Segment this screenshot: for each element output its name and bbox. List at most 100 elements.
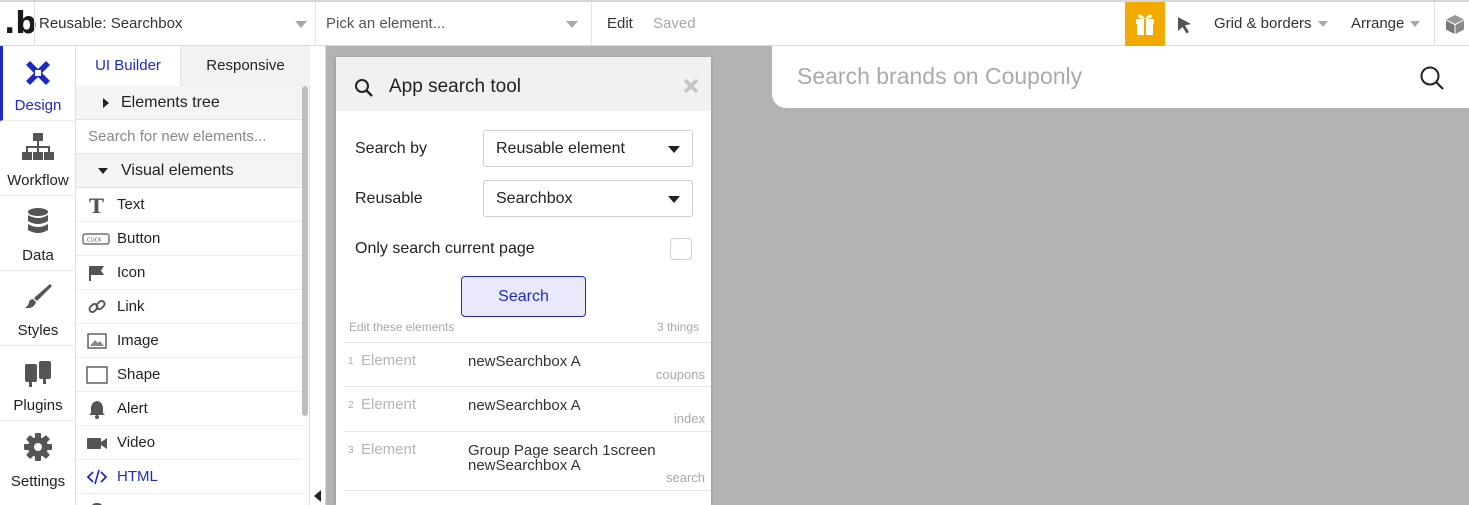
image-icon <box>87 333 107 349</box>
nav-workflow[interactable]: Workflow <box>0 121 76 196</box>
element-link[interactable]: Link <box>76 290 302 324</box>
collapse-panel-icon[interactable] <box>314 490 321 502</box>
result-type: Element <box>361 352 417 369</box>
top-bar: .b Reusable: Searchbox Pick an element..… <box>0 0 1469 46</box>
result-row[interactable]: 2 Element newSearchbox A index <box>344 387 711 432</box>
arrange-menu[interactable]: Arrange <box>1351 2 1421 46</box>
result-page: index <box>673 411 705 426</box>
nav-data-label: Data <box>22 247 54 264</box>
result-type: Element <box>361 396 417 413</box>
text-icon: T <box>89 195 104 215</box>
search-icon[interactable] <box>1419 65 1445 91</box>
caret-down-icon <box>98 168 108 174</box>
result-type: Element <box>361 441 417 458</box>
result-name: newSearchbox A <box>468 397 581 414</box>
nav-styles[interactable]: Styles <box>0 271 76 346</box>
search-button[interactable]: Search <box>461 276 586 317</box>
arrange-label: Arrange <box>1351 15 1405 32</box>
button-icon: CLICK <box>82 233 110 245</box>
canvas-searchbox[interactable]: Search brands on Couponly <box>772 46 1469 108</box>
element-button[interactable]: CLICK Button <box>76 222 302 256</box>
grid-borders-label: Grid & borders <box>1214 15 1312 32</box>
nav-design[interactable]: Design <box>0 46 76 121</box>
search-tool-title: App search tool <box>389 76 522 97</box>
workflow-icon <box>22 133 54 160</box>
close-icon[interactable] <box>682 77 700 95</box>
element-image[interactable]: Image <box>76 324 302 358</box>
cursor-icon[interactable] <box>1174 14 1196 36</box>
tab-ui-builder[interactable]: UI Builder <box>76 46 180 86</box>
save-status: Saved <box>653 15 696 32</box>
nav-styles-label: Styles <box>17 322 59 339</box>
chevron-down-icon <box>1410 21 1421 28</box>
element-icon[interactable]: Icon <box>76 256 302 290</box>
panel-scrollbar[interactable] <box>302 86 308 416</box>
database-icon <box>28 208 48 233</box>
visual-elements-toggle[interactable]: Visual elements <box>76 154 302 188</box>
grid-borders-menu[interactable]: Grid & borders <box>1214 2 1328 46</box>
search-by-dropdown[interactable]: Reusable element <box>483 130 693 167</box>
results-header: Edit these elements <box>349 320 455 334</box>
element-shape-label: Shape <box>117 366 161 383</box>
cube-button[interactable] <box>1434 2 1469 46</box>
page-selector-value: Reusable: Searchbox <box>39 15 183 32</box>
result-number: 3 <box>348 445 354 456</box>
result-name: newSearchbox A <box>468 353 581 370</box>
only-current-page-label: Only search current page <box>355 240 535 257</box>
element-html[interactable]: HTML <box>76 460 302 494</box>
video-camera-icon <box>87 438 107 449</box>
nav-data[interactable]: Data <box>0 196 76 271</box>
searchbox-placeholder: Search brands on Couponly <box>797 63 1083 89</box>
chevron-down-icon <box>668 146 680 153</box>
gear-icon <box>24 433 52 461</box>
result-row[interactable]: 3 Element Group Page search 1screen newS… <box>344 432 711 491</box>
result-number: 2 <box>348 400 354 411</box>
plug-icon <box>25 361 51 387</box>
gift-button[interactable] <box>1125 2 1165 46</box>
search-tool-header[interactable]: App search tool <box>336 57 711 111</box>
cube-icon <box>1446 15 1464 34</box>
map-pin-icon <box>92 503 102 505</box>
element-video[interactable]: Video <box>76 426 302 460</box>
visual-elements-label: Visual elements <box>121 162 234 179</box>
element-icon-label: Icon <box>117 264 146 281</box>
reusable-dropdown[interactable]: Searchbox <box>483 180 693 217</box>
chevron-down-icon <box>1317 21 1328 28</box>
reusable-value: Searchbox <box>496 190 573 207</box>
brush-icon <box>25 284 52 309</box>
panel-tabs: UI Builder Responsive <box>76 46 310 86</box>
search-by-value: Reusable element <box>496 140 625 157</box>
elements-tree-toggle[interactable]: Elements tree <box>76 86 302 120</box>
element-button-label: Button <box>117 230 161 247</box>
edit-menu[interactable]: Edit <box>607 2 633 46</box>
nav-settings-label: Settings <box>10 473 66 490</box>
search-by-label: Search by <box>355 140 428 157</box>
element-picker-placeholder: Pick an element... <box>326 15 446 32</box>
element-search-input[interactable]: Search for new elements... <box>76 120 302 154</box>
chevron-down-icon <box>566 21 578 28</box>
chevron-down-icon <box>295 21 307 28</box>
element-image-label: Image <box>117 332 159 349</box>
element-alert[interactable]: Alert <box>76 392 302 426</box>
flag-icon <box>89 266 104 281</box>
reusable-label: Reusable <box>355 190 423 207</box>
app-search-tool: App search tool Search by Reusable eleme… <box>336 57 711 505</box>
elements-tree-label: Elements tree <box>121 94 220 111</box>
tab-responsive[interactable]: Responsive <box>180 46 310 86</box>
code-icon <box>86 469 108 485</box>
element-picker[interactable]: Pick an element... <box>316 2 592 46</box>
nav-plugins[interactable]: Plugins <box>0 346 76 421</box>
design-icon <box>26 61 50 85</box>
element-link-label: Link <box>117 298 145 315</box>
bubble-logo[interactable]: .b <box>4 6 37 42</box>
only-current-page-checkbox[interactable] <box>670 238 692 260</box>
element-map[interactable]: Map <box>76 494 302 505</box>
element-text[interactable]: T Text <box>76 188 302 222</box>
nav-settings[interactable]: Settings <box>0 421 76 496</box>
nav-design-label: Design <box>14 97 62 114</box>
page-selector[interactable]: Reusable: Searchbox <box>34 2 316 46</box>
element-video-label: Video <box>117 434 156 451</box>
result-name: Group Page search 1screen newSearchbox A <box>468 442 656 474</box>
element-shape[interactable]: Shape <box>76 358 302 392</box>
result-row[interactable]: 1 Element newSearchbox A coupons <box>344 342 711 387</box>
